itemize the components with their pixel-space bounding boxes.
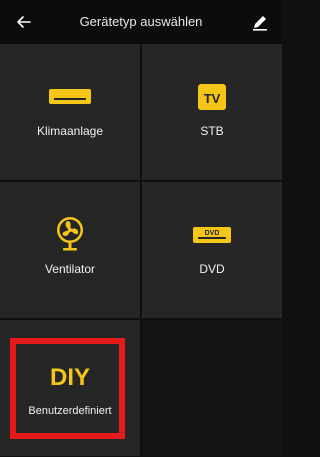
selection-highlight [10, 338, 125, 439]
device-label: Klimaanlage [36, 124, 104, 138]
empty-tile [142, 320, 282, 456]
device-tile-stb[interactable]: TV STB [142, 44, 282, 180]
device-tile-benutzerdefiniert[interactable]: DIY Benutzerdefiniert [0, 320, 140, 456]
svg-text:TV: TV [204, 91, 221, 106]
device-label: DVD [199, 262, 225, 276]
edit-button[interactable] [248, 10, 272, 34]
tv-icon: TV [142, 82, 282, 112]
device-tile-ventilator[interactable]: Ventilator [0, 182, 140, 318]
arrow-left-icon [17, 16, 31, 28]
device-type-grid: Klimaanlage TV STB Ventilator DVD DVD DI… [0, 44, 282, 457]
svg-text:DVD: DVD [205, 230, 220, 237]
pencil-icon [253, 16, 267, 31]
page-title: Gerätetyp auswählen [79, 14, 203, 29]
air-conditioner-icon [0, 82, 140, 112]
back-button[interactable] [12, 10, 36, 34]
dvd-player-icon: DVD [142, 220, 282, 250]
fan-icon [0, 214, 140, 254]
device-tile-klimaanlage[interactable]: Klimaanlage [0, 44, 140, 180]
device-label: Ventilator [44, 262, 96, 276]
device-label: STB [200, 124, 224, 138]
device-tile-dvd[interactable]: DVD DVD [142, 182, 282, 318]
top-app-bar: Gerätetyp auswählen [0, 0, 282, 44]
